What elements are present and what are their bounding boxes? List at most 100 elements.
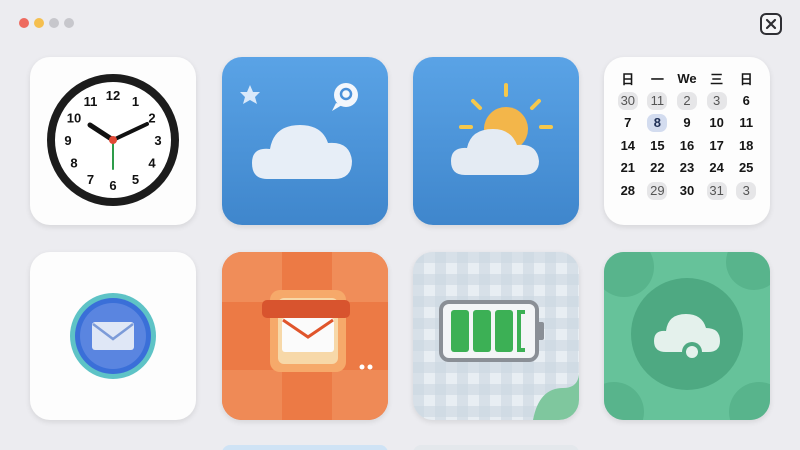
calendar-day[interactable]: 7 [613,113,643,134]
mail-round-widget[interactable] [30,252,196,420]
extra-window-dot[interactable] [64,18,74,28]
mailbox-widget[interactable] [222,252,388,420]
calendar-day[interactable]: 3 [702,91,732,112]
calendar-day-number: 16 [679,137,695,153]
battery-icon [413,252,579,420]
calendar-day-number: 11 [647,91,668,110]
calendar-weekday-header: 日 [731,68,761,89]
next-row-tile-edge [413,445,579,450]
calendar-day[interactable]: 16 [672,136,702,157]
clock-numeral: 8 [70,156,77,171]
clock-numeral: 12 [106,88,120,103]
calendar-day[interactable]: 17 [702,136,732,157]
window-controls [19,18,74,28]
calendar-grid: 日一 We 三日 30 11 2 3 6 7 8 9 10 11 14 15 16 17 18 21 22 23 24 25… [613,68,761,201]
calendar-day-number: 24 [709,160,724,176]
calendar-day[interactable]: 22 [643,158,673,179]
battery-widget[interactable] [413,252,579,420]
clock-numeral: 5 [132,172,139,187]
cloud-sync-icon [604,252,770,420]
calendar-day[interactable]: 30 [613,91,643,112]
calendar-day[interactable]: 29 [643,181,673,202]
close-button[interactable] [760,13,782,35]
partly-sunny-icon [451,83,553,175]
calendar-day-number: 8 [647,114,668,133]
calendar-day-number: 11 [739,115,754,131]
cloud-icon [240,83,358,179]
calendar-weekday-header: 日 [613,68,643,89]
cloud-sync-widget[interactable] [604,252,770,420]
calendar-weekday-header: 一 [643,68,673,89]
close-icon [765,18,777,30]
calendar-day-number: 14 [620,137,636,153]
calendar-day[interactable]: 11 [731,113,761,134]
calendar-day[interactable]: 2 [672,91,702,112]
calendar-day[interactable]: 28 [613,181,643,202]
calendar-day-number: 3 [706,91,727,110]
calendar-day[interactable]: 14 [613,136,643,157]
calendar-day[interactable]: 6 [731,91,761,112]
calendar-weekday-label: 日 [739,71,753,87]
calendar-day-number: 3 [736,181,757,200]
calendar-day[interactable]: 31 [702,181,732,202]
star-icon [240,85,260,104]
calendar-day[interactable]: 23 [672,158,702,179]
chat-bubble-icon [332,83,358,111]
calendar-day[interactable]: 30 [672,181,702,202]
calendar-day[interactable]: 3 [731,181,761,202]
clock-numeral: 10 [67,111,81,126]
clock-numeral: 7 [87,172,94,187]
calendar-weekday-header: 三 [702,68,732,89]
calendar-weekday-label: 一 [650,71,664,87]
calendar-day-number: 10 [709,115,724,131]
calendar-weekday-header: We [672,68,702,89]
calendar-day-number: 31 [706,181,727,200]
calendar-day-number: 29 [647,181,668,200]
calendar-day-today[interactable]: 8 [643,113,673,134]
calendar-weekday-label: We [677,70,697,86]
weather-cloud-widget[interactable] [222,57,388,225]
calendar-day-number: 28 [620,182,636,198]
clock-numeral: 6 [109,178,116,193]
calendar-day[interactable]: 10 [702,113,732,134]
calendar-day-number: 15 [650,137,665,153]
clock-numeral: 11 [84,94,98,109]
mailbox-icon [222,252,388,420]
calendar-day-number: 7 [624,115,632,131]
calendar-day-number: 22 [650,160,665,176]
calendar-weekday-label: 日 [621,71,635,87]
mail-icon [70,293,156,379]
calendar-day-number: 30 [679,182,695,198]
calendar-day-number: 6 [742,92,750,108]
calendar-day[interactable]: 24 [702,158,732,179]
zoom-window-dot[interactable] [49,18,59,28]
calendar-day[interactable]: 18 [731,136,761,157]
clock-numeral: 9 [64,133,71,148]
calendar-day-number: 23 [679,160,695,176]
weather-sun-widget[interactable] [413,57,579,225]
calendar-day[interactable]: 15 [643,136,673,157]
clock-numeral: 2 [148,111,155,126]
calendar-day-number: 21 [620,160,636,176]
clock-numeral: 3 [154,133,161,148]
calendar-day-number: 18 [738,137,754,153]
next-row-tile-edge [222,445,388,450]
calendar-day[interactable]: 9 [672,113,702,134]
minimize-window-dot[interactable] [34,18,44,28]
calendar-day-number: 17 [709,137,724,153]
close-window-dot[interactable] [19,18,29,28]
calendar-day-number: 2 [676,91,697,110]
calendar-day[interactable]: 11 [643,91,673,112]
clock-icon: 12 1234567891011 [47,74,179,206]
clock-numeral: 1 [132,94,139,109]
calendar-day-number: 25 [738,160,754,176]
calendar-day-number: 30 [617,91,638,110]
clock-widget[interactable]: 12 1 2 3 4 5 6 7 8 9 10 11 [30,57,196,225]
calendar-widget[interactable]: 日一 We 三日 30 11 2 3 6 7 8 9 10 11 14 15 16 17 18 21 22 23 24 25… [604,57,770,225]
calendar-day[interactable]: 21 [613,158,643,179]
clock-numeral: 4 [148,156,156,171]
calendar-day[interactable]: 25 [731,158,761,179]
calendar-weekday-label: 三 [710,71,724,87]
app-window: 12 1 2 3 4 5 6 7 8 9 10 11 日 一 We 三 日 30… [0,0,800,450]
calendar-day-number: 9 [683,115,691,131]
